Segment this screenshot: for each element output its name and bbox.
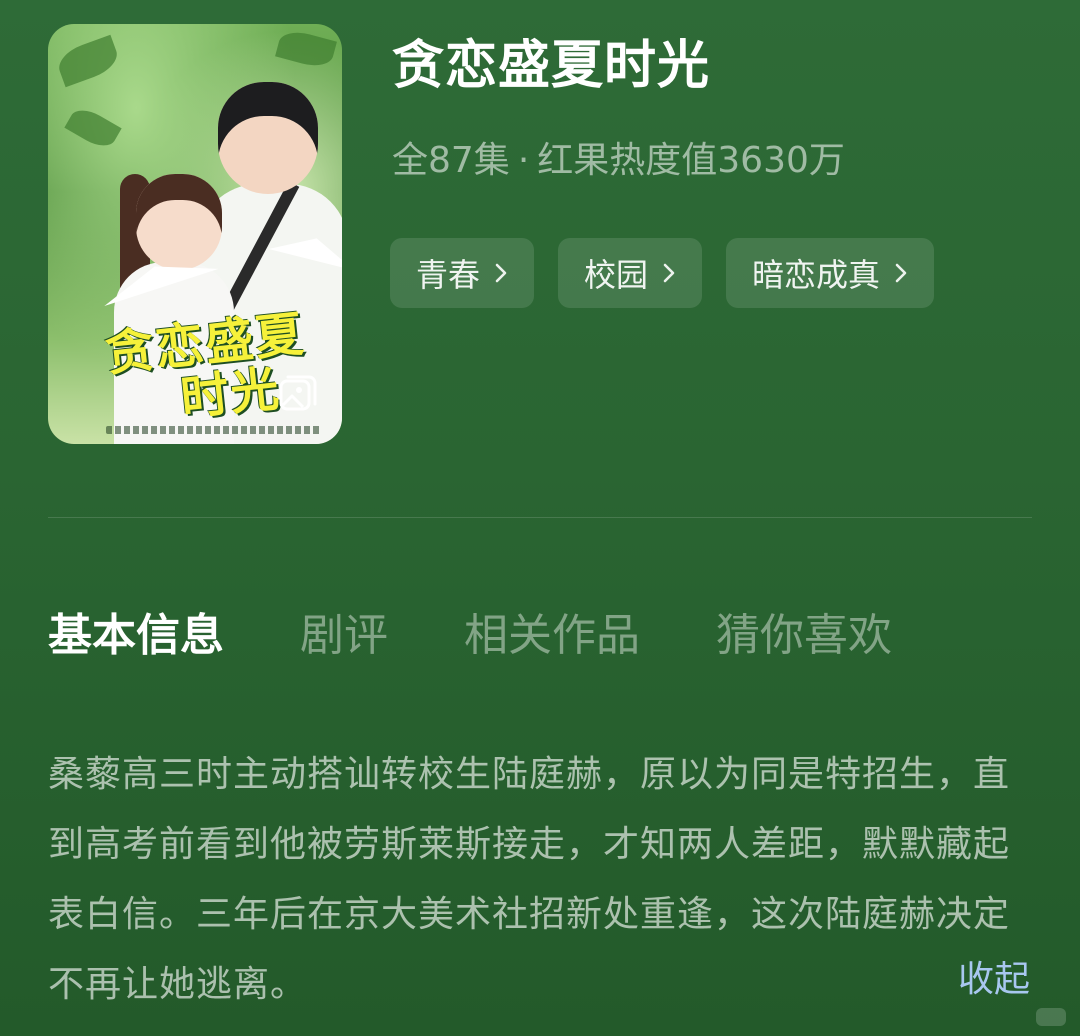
tag-anlian-chengzhen[interactable]: 暗恋成真	[726, 238, 935, 308]
chevron-right-icon	[895, 263, 907, 283]
poster-credits	[106, 426, 322, 434]
poster-leaf-decoration	[275, 27, 337, 71]
detail-tabs: 基本信息 剧评 相关作品 猜你喜欢	[48, 604, 968, 668]
drama-title: 贪恋盛夏时光	[392, 36, 711, 96]
image-gallery-icon[interactable]	[278, 374, 318, 414]
chevron-right-icon	[495, 263, 507, 283]
poster-leaf-decoration	[64, 103, 122, 153]
tag-label: 青春	[416, 256, 481, 294]
tag-label: 校园	[584, 256, 649, 294]
poster-male-lead-head	[218, 82, 318, 194]
drama-poster[interactable]: 贪恋盛夏 时光	[48, 24, 342, 444]
watermark-logo	[1036, 1008, 1066, 1026]
drama-meta: 全87集 · 红果热度值3630万	[392, 136, 845, 186]
collapse-button[interactable]: 收起	[958, 950, 1030, 1010]
popularity-score: 红果热度值3630万	[537, 140, 845, 181]
tab-reviews[interactable]: 剧评	[300, 604, 388, 668]
tag-qingchun[interactable]: 青春	[390, 238, 535, 308]
poster-leaf-decoration	[53, 34, 123, 88]
tab-related-works[interactable]: 相关作品	[464, 604, 640, 668]
meta-separator: ·	[517, 140, 530, 181]
section-divider	[48, 517, 1032, 518]
genre-tags: 青春 校园 暗恋成真	[390, 238, 935, 308]
chevron-right-icon	[663, 263, 675, 283]
tag-label: 暗恋成真	[752, 256, 881, 294]
synopsis-text: 桑藜高三时主动搭讪转校生陆庭赫，原以为同是特招生，直到高考前看到他被劳斯莱斯接走…	[48, 754, 1011, 1005]
tab-basic-info[interactable]: 基本信息	[48, 604, 224, 668]
tab-recommendations[interactable]: 猜你喜欢	[716, 604, 892, 668]
episode-count: 全87集	[392, 140, 510, 181]
tag-xiaoyuan[interactable]: 校园	[558, 238, 703, 308]
